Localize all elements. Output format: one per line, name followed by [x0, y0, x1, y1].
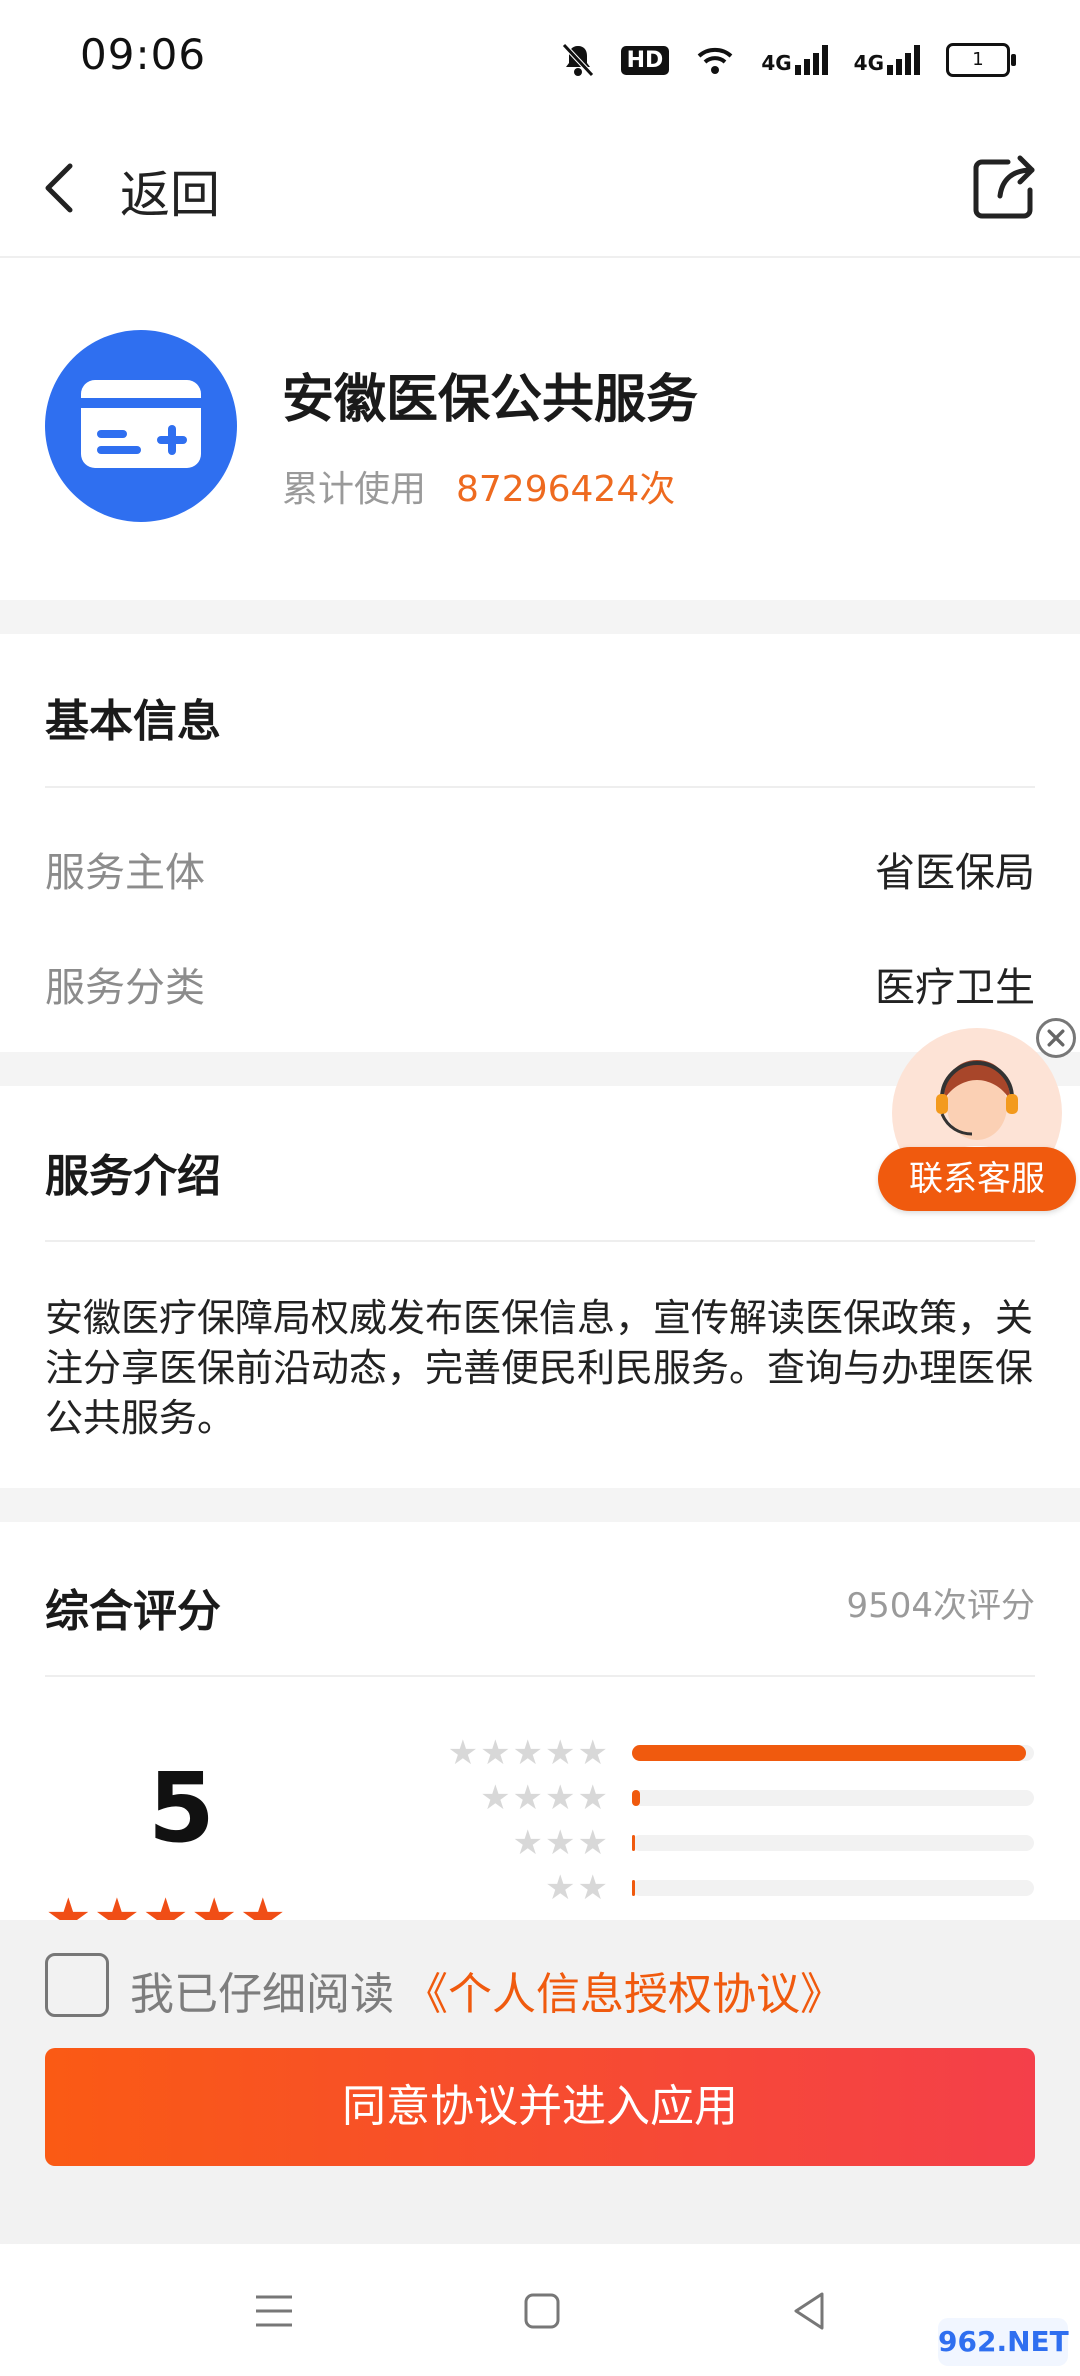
- section-gap: [0, 600, 1080, 634]
- star-row-3: ★★★: [512, 1823, 610, 1863]
- service-category-value: 医疗卫生: [875, 965, 1035, 1011]
- rating-bar-2: [632, 1880, 1034, 1896]
- nav-back-icon[interactable]: [790, 2290, 826, 2332]
- rating-title: 综合评分: [45, 1586, 221, 1637]
- rating-bar-fill: [632, 1790, 641, 1806]
- agreement-link[interactable]: 《个人信息授权协议》: [404, 1958, 844, 2022]
- close-icon[interactable]: [1036, 1018, 1076, 1058]
- rating-bar-fill: [632, 1745, 1026, 1761]
- basic-info-title: 基本信息: [45, 696, 221, 747]
- header-divider: [0, 256, 1080, 258]
- section-gap: [0, 1488, 1080, 1522]
- divider: [45, 1675, 1035, 1677]
- rating-bar-3: [632, 1835, 1034, 1851]
- rating-bar-4: [632, 1790, 1034, 1806]
- star-row-5: ★★★★★: [447, 1733, 610, 1773]
- star-row-2: ★★: [545, 1868, 610, 1908]
- wifi-icon: [697, 47, 733, 74]
- signal-icon-sim2: 4G: [854, 45, 920, 75]
- star-row-4: ★★★★: [480, 1778, 610, 1818]
- agree-enter-button[interactable]: 同意协议并进入应用: [45, 2048, 1035, 2166]
- divider: [45, 1240, 1035, 1242]
- rating-bar-5: [632, 1745, 1034, 1761]
- menu-icon[interactable]: [254, 2293, 294, 2329]
- network-type-1: 4G: [761, 51, 792, 75]
- service-provider-label: 服务主体: [45, 850, 205, 896]
- back-button[interactable]: 返回: [120, 155, 220, 227]
- watermark-logo: 962.NET: [938, 2318, 1069, 2366]
- mute-bell-icon: [561, 43, 594, 77]
- hd-badge: HD: [620, 45, 670, 75]
- service-provider-value: 省医保局: [875, 850, 1035, 896]
- app-name: 安徽医保公共服务: [282, 370, 699, 430]
- back-arrow-icon[interactable]: [40, 160, 80, 216]
- divider: [45, 786, 1035, 788]
- status-icons: HD 4G 4G 1: [561, 36, 1016, 84]
- app-card-icon: [45, 330, 237, 522]
- rating-bar-fill: [632, 1880, 636, 1896]
- battery-icon: 1: [946, 43, 1016, 77]
- rating-score: 5: [148, 1752, 215, 1864]
- usage-count: 87296424次: [456, 469, 676, 510]
- rating-bar-fill: [632, 1835, 636, 1851]
- agreement-checkbox[interactable]: [45, 1953, 109, 2017]
- status-time: 09:06: [80, 30, 207, 79]
- intro-text: 安徽医疗保障局权威发布医保信息，宣传解读医保政策，关注分享医保前沿动态，完善便民…: [45, 1296, 1034, 1440]
- agreement-text: 我已仔细阅读: [130, 1969, 394, 2020]
- share-icon[interactable]: [968, 150, 1040, 222]
- contact-service-button[interactable]: 联系客服: [878, 1147, 1076, 1211]
- network-type-2: 4G: [853, 51, 884, 75]
- signal-icon-sim1: 4G: [761, 45, 828, 75]
- home-icon[interactable]: [523, 2292, 561, 2330]
- usage-label: 累计使用: [282, 469, 427, 510]
- rating-count: 9504次评分: [846, 1586, 1035, 1626]
- intro-title: 服务介绍: [45, 1151, 221, 1202]
- service-category-label: 服务分类: [45, 965, 205, 1011]
